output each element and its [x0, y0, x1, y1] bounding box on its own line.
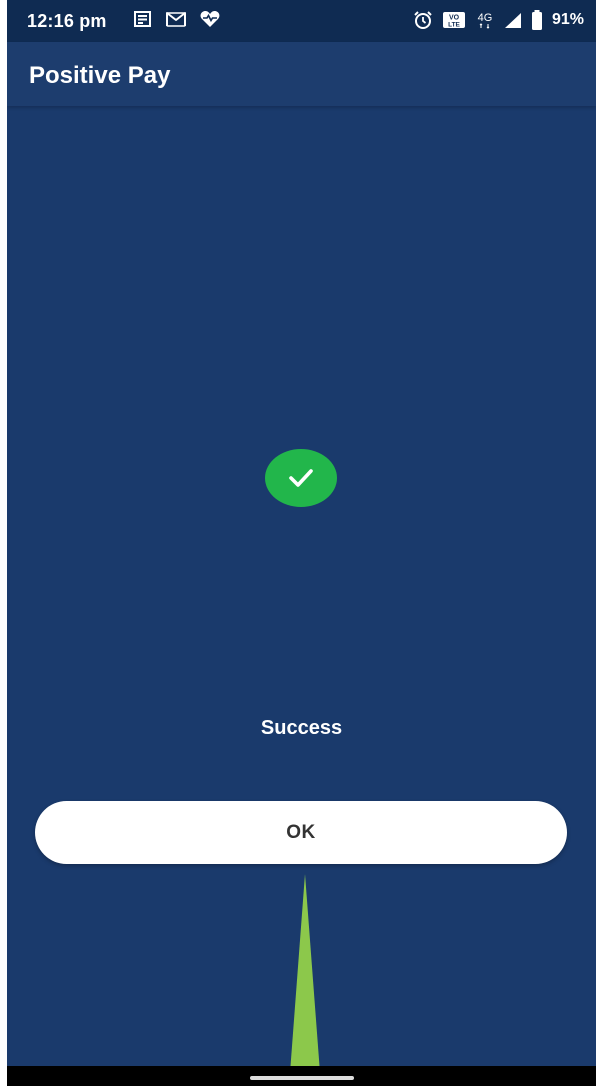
battery-icon: [531, 9, 543, 31]
pointer-arrow-icon: [289, 874, 321, 1086]
status-time: 12:16 pm: [27, 11, 107, 31]
svg-text:4G: 4G: [478, 12, 493, 24]
check-circle-icon: [265, 449, 337, 507]
status-right-icons: VO LTE 4G 91%: [413, 9, 584, 31]
success-message: Success: [260, 717, 343, 739]
4g-icon: 4G: [475, 10, 495, 30]
svg-text:VO: VO: [449, 15, 460, 22]
signal-icon: [504, 10, 522, 30]
alarm-icon: [413, 10, 433, 30]
app-screen: 12:16 pm VO LTE 4G 91% Positive Pay Succ…: [7, 0, 596, 1086]
news-icon: [133, 9, 153, 29]
health-heart-icon: [199, 9, 221, 29]
home-indicator[interactable]: [250, 1076, 354, 1080]
battery-percent: 91%: [551, 11, 584, 28]
svg-text:LTE: LTE: [448, 22, 460, 29]
ok-button[interactable]: OK: [35, 801, 567, 864]
app-title: Positive Pay: [29, 62, 171, 89]
ok-button-label: OK: [286, 821, 316, 843]
gmail-icon: [165, 9, 187, 29]
status-bar: 12:16 pm VO LTE 4G 91%: [7, 0, 596, 42]
volte-icon: VO LTE: [442, 10, 466, 30]
app-bar: Positive Pay: [7, 42, 596, 106]
status-left-icons: [133, 9, 221, 29]
